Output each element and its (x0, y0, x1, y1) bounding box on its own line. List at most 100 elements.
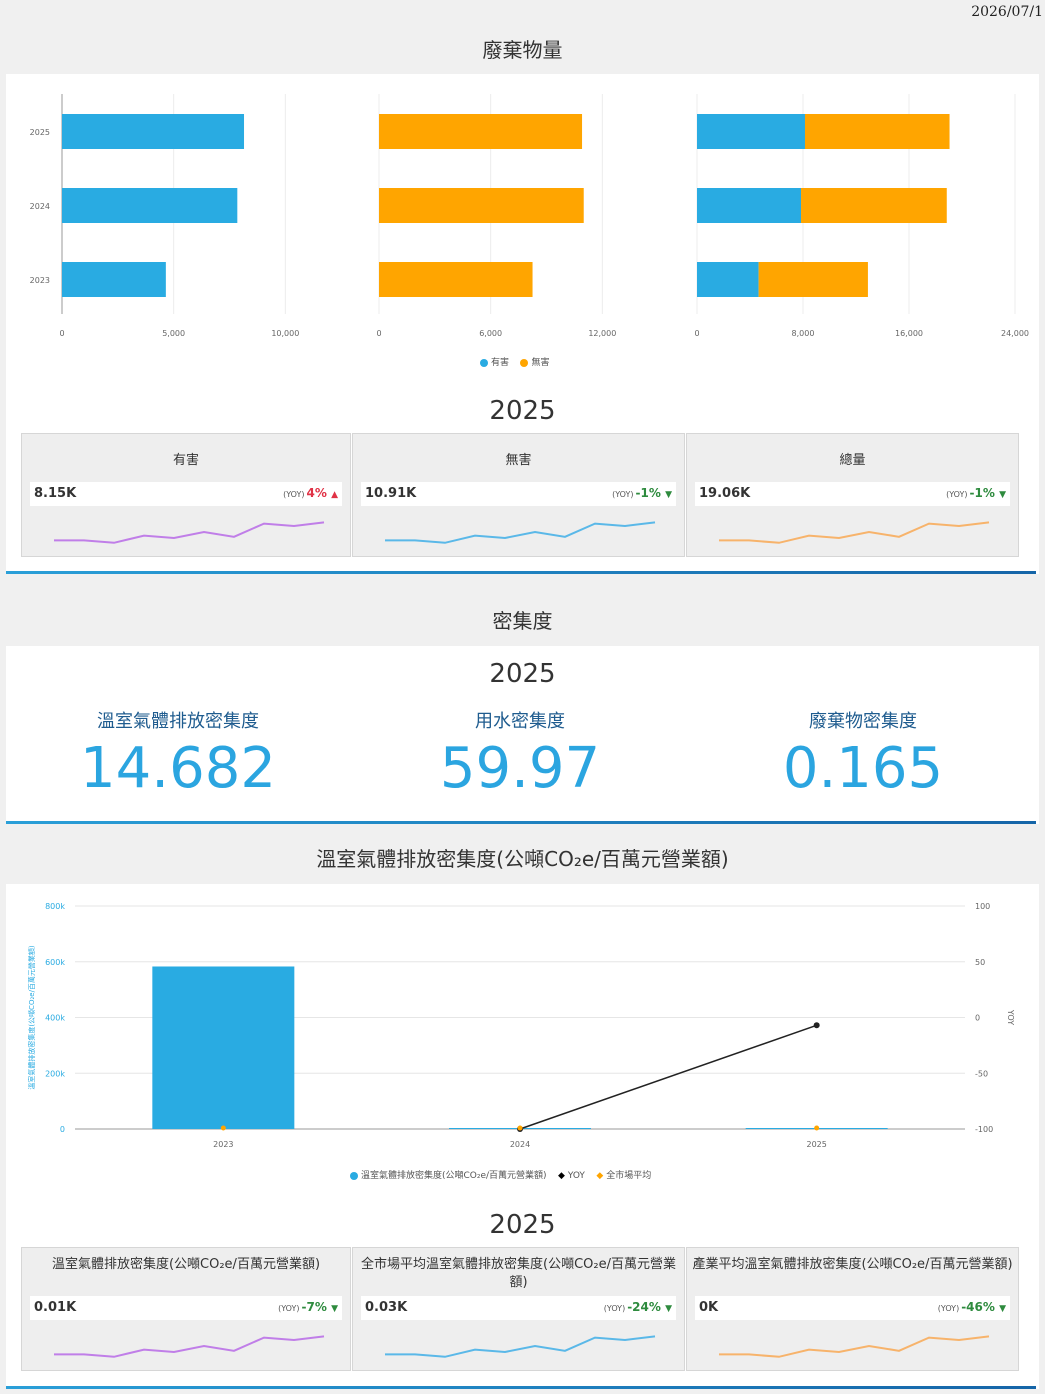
y-axis-title: 溫室氣體排放密集度(公噸CO₂e/百萬元營業額) (27, 945, 36, 1090)
density-year-heading: 2025 (489, 659, 556, 689)
ghg-legend: 溫室氣體排放密集度(公噸CO₂e/百萬元營業額) ◆ YOY ◆ 全市場平均 (350, 1168, 651, 1181)
waste-year-heading: 2025 (489, 396, 556, 426)
card-yoy: (YOY) -24% ▼ (604, 1300, 672, 1314)
bar-nonhazardous (758, 262, 868, 297)
y2-axis-title: YOY (1006, 1009, 1015, 1025)
card-yoy: (YOY) -46% ▼ (938, 1300, 1006, 1314)
sparkline-trend-line (385, 521, 656, 544)
trend-down-icon: ▼ (665, 490, 672, 500)
yoy-value: -7% (301, 1300, 327, 1314)
y-tick-label: 200k (45, 1069, 65, 1078)
y2-tick-label: 0 (975, 1014, 980, 1023)
yoy-label: (YOY) (278, 1304, 300, 1313)
legend-yoy-swatch: ◆ (558, 1171, 565, 1181)
legend-nonhazardous-label: 無害 (531, 358, 550, 368)
y-tick-label: 2023 (30, 276, 50, 285)
waste-card[interactable]: 無害 10.91K (YOY) -1% ▼ (352, 433, 685, 557)
card-value: 8.15K (34, 486, 77, 501)
x-tick-label: 0 (376, 329, 381, 338)
y2-tick-label: 100 (975, 902, 990, 911)
card-value: 10.91K (365, 486, 417, 501)
yoy-value: -46% (961, 1300, 995, 1314)
bar-hazardous (62, 262, 166, 297)
ghg-card[interactable]: 全市場平均溫室氣體排放密集度(公噸CO₂e/百萬元營業額) 0.03K (YOY… (352, 1247, 685, 1371)
sparkline (54, 521, 325, 544)
card-title: 全市場平均溫室氣體排放密集度(公噸CO₂e/百萬元營業額) (361, 1257, 676, 1290)
x-tick-label: 0 (694, 329, 699, 338)
bar-nonhazardous (804, 114, 950, 149)
y-tick-label: 800k (45, 902, 65, 911)
waste-card[interactable]: 總量 19.06K (YOY) -1% ▼ (686, 433, 1019, 557)
x-tick-label: 8,000 (792, 329, 815, 338)
ghg-card[interactable]: 溫室氣體排放密集度(公噸CO₂e/百萬元營業額) 0.01K (YOY) -7% … (21, 1247, 351, 1371)
legend-hazardous-swatch (480, 358, 488, 367)
legend-ghg-bar[interactable]: 溫室氣體排放密集度(公噸CO₂e/百萬元營業額) (350, 1171, 547, 1181)
sparkline (719, 1335, 990, 1358)
waste-legend: 有害 無害 (480, 355, 549, 368)
section-divider (6, 1386, 1036, 1389)
ghg-combo-chart: 0 200k 400k 600k 800k -100 -50 0 50 100 溫室氣體排放密集度(… (27, 902, 1015, 1149)
legend-market-swatch: ◆ (596, 1171, 604, 1181)
waste-section-title: 廢棄物量 (482, 38, 563, 62)
market-average-point (220, 1125, 226, 1131)
waste-chart-hazardous: 0 5,000 10,000 2025 2024 2023 (30, 94, 299, 338)
kpi-waste-name: 廢棄物密集度 (809, 711, 917, 732)
section-divider (6, 571, 1036, 574)
kpi-water-value: 59.97 (439, 736, 601, 801)
x-tick-label: 2024 (510, 1140, 530, 1149)
legend-nonhazardous[interactable]: 無害 (520, 358, 549, 368)
ghg-card[interactable]: 產業平均溫室氣體排放密集度(公噸CO₂e/百萬元營業額) 0K (YOY) -46… (686, 1247, 1019, 1371)
card-value-row: 0.01K (YOY) -7% ▼ (30, 1296, 342, 1320)
yoy-label: (YOY) (946, 490, 968, 499)
sparkline-trend-line (719, 521, 990, 544)
x-tick-label: 6,000 (479, 329, 502, 338)
y-tick-label: 600k (45, 958, 65, 967)
y2-tick-label: 50 (975, 958, 985, 967)
kpi-ghg-value: 14.682 (80, 736, 276, 801)
sparkline (385, 1335, 656, 1358)
card-yoy: (YOY) 4% ▲ (283, 486, 338, 500)
bar-ghg-intensity (152, 966, 295, 1129)
card-title: 無害 (505, 453, 532, 468)
yoy-label: (YOY) (603, 1304, 626, 1313)
ghg-section-title: 溫室氣體排放密集度(公噸CO₂e/百萬元營業額) (316, 847, 729, 871)
legend-yoy[interactable]: ◆ YOY (558, 1171, 585, 1181)
waste-card[interactable]: 有害 8.15K (YOY) 4% ▲ (21, 433, 351, 557)
legend-hazardous[interactable]: 有害 (480, 358, 509, 368)
bar-nonhazardous (379, 114, 583, 149)
bar-hazardous (697, 262, 759, 297)
y-tick-label: 400k (45, 1014, 65, 1023)
y-tick-label: 0 (60, 1125, 65, 1134)
bar-hazardous (697, 114, 805, 149)
yoy-value: -1% (969, 486, 995, 500)
ghg-year-heading: 2025 (489, 1210, 556, 1240)
bar-nonhazardous (379, 188, 584, 223)
bar-hazardous (62, 188, 238, 223)
card-yoy: (YOY) -7% ▼ (278, 1300, 338, 1314)
card-title: 有害 (172, 453, 199, 468)
y2-tick-label: -100 (975, 1125, 993, 1134)
x-tick-label: 16,000 (895, 329, 923, 338)
x-tick-label: 12,000 (588, 329, 616, 338)
x-tick-label: 2025 (806, 1140, 826, 1149)
bar-hazardous (697, 188, 802, 223)
card-value: 0K (699, 1300, 719, 1315)
card-yoy: (YOY) -1% ▼ (612, 486, 672, 500)
card-value: 0.01K (34, 1300, 77, 1315)
density-section-title: 密集度 (492, 609, 553, 633)
bar-hazardous (62, 114, 245, 149)
card-value-row: 8.15K (YOY) 4% ▲ (30, 482, 342, 506)
trend-down-icon: ▼ (665, 1304, 672, 1314)
legend-bar-swatch (350, 1171, 358, 1180)
market-average-point (814, 1125, 820, 1131)
yoy-label: (YOY) (937, 1304, 960, 1313)
kpi-water-name: 用水密集度 (475, 711, 565, 732)
yoy-value: -1% (635, 486, 661, 500)
y-tick-label: 2024 (30, 202, 50, 211)
y-tick-label: 2025 (30, 128, 50, 137)
card-value-row: 0K (YOY) -46% ▼ (695, 1296, 1010, 1320)
legend-market[interactable]: ◆ 全市場平均 (596, 1171, 651, 1181)
trend-down-icon: ▼ (999, 490, 1006, 500)
market-average-point (517, 1125, 523, 1131)
yoy-line (519, 1024, 817, 1130)
